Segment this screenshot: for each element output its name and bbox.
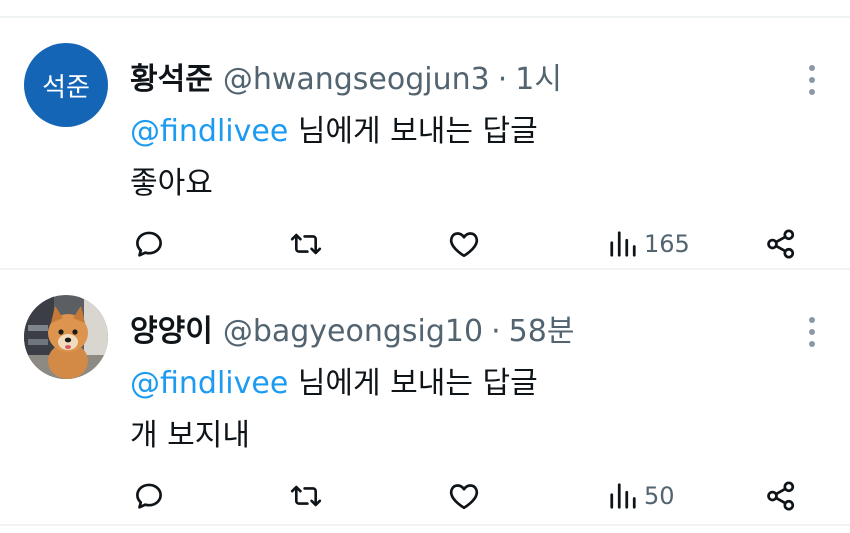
replying-to: @findlivee 님에게 보내는 답글 [130,362,538,406]
timestamp[interactable]: 58분 [509,310,575,354]
tweet[interactable]: 양양이 @bagyeongsig10 · 58분 @findlivee 님에게 … [0,270,850,520]
separator-dot: · [497,62,508,97]
user-handle[interactable]: @bagyeongsig10 [223,310,483,354]
views-count: 165 [644,230,690,258]
tweet[interactable]: 석준 황석준 @hwangseogjun3 · 1시 @findlivee 님에… [0,18,850,268]
share-icon [764,479,798,513]
heart-icon [446,227,482,261]
reply-mention-link[interactable]: @findlivee [130,114,288,149]
more-vertical-icon[interactable] [808,316,816,348]
tweet-header: 양양이 @bagyeongsig10 · 58분 [130,310,574,354]
like-button[interactable] [446,224,482,264]
tweet-text: 좋아요 [130,166,213,201]
retweet-button[interactable] [288,476,324,516]
retweet-button[interactable] [288,224,324,264]
share-button[interactable] [764,224,798,264]
tweet-text: 개 보지내 [130,418,250,453]
reply-suffix: 님에게 보내는 답글 [288,114,538,149]
display-name[interactable]: 양양이 [130,310,213,354]
more-vertical-icon[interactable] [808,64,816,96]
display-name[interactable]: 황석준 [130,58,213,102]
replying-to: @findlivee 님에게 보내는 답글 [130,110,538,154]
retweet-icon [288,227,324,261]
reply-icon [132,479,166,513]
like-button[interactable] [446,476,482,516]
share-icon [764,227,798,261]
retweet-icon [288,479,324,513]
reply-button[interactable] [132,224,166,264]
tweet-header: 황석준 @hwangseogjun3 · 1시 [130,58,562,102]
avatar[interactable] [24,295,108,379]
views-icon [608,229,638,259]
views-button[interactable]: 165 [608,224,690,264]
views-button[interactable]: 50 [608,476,675,516]
reply-mention-link[interactable]: @findlivee [130,366,288,401]
share-button[interactable] [764,476,798,516]
reply-button[interactable] [132,476,166,516]
views-icon [608,481,638,511]
reply-suffix: 님에게 보내는 답글 [288,366,538,401]
bottom-divider [0,524,850,526]
dog-photo-icon [24,295,108,379]
user-handle[interactable]: @hwangseogjun3 [223,58,490,102]
reply-icon [132,227,166,261]
separator-dot: · [491,314,501,349]
views-count: 50 [644,482,675,510]
timestamp[interactable]: 1시 [515,58,562,102]
avatar[interactable]: 석준 [24,43,108,127]
heart-icon [446,479,482,513]
